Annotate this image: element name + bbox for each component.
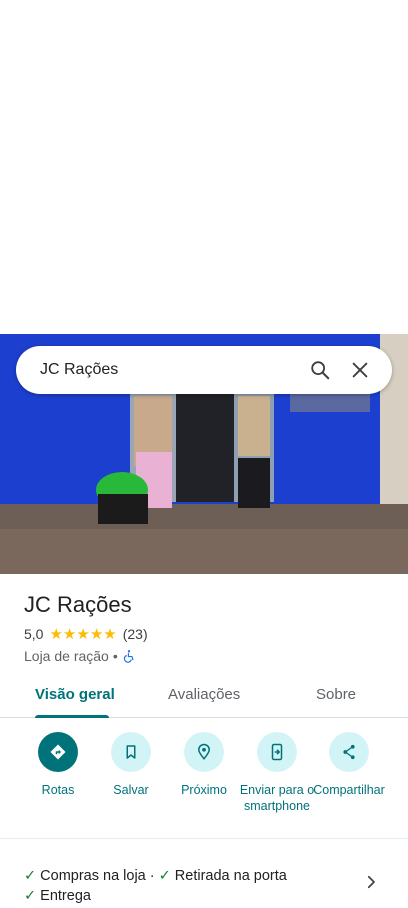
map-area[interactable] xyxy=(0,0,408,334)
service-separator: · xyxy=(149,868,155,884)
service-in-store: Compras na loja xyxy=(40,868,146,884)
service-curbside: Retirada na porta xyxy=(174,868,287,884)
check-icon: ✓ xyxy=(24,888,37,904)
tab-overview[interactable]: Visão geral xyxy=(35,686,115,703)
directions-label: Rotas xyxy=(41,783,75,797)
star-icon: ★ xyxy=(89,625,104,643)
close-icon xyxy=(352,362,368,378)
divider xyxy=(0,838,408,839)
place-title: JC Rações xyxy=(24,592,132,617)
search-bar[interactable]: JC Rações xyxy=(16,346,392,394)
send-to-phone-icon xyxy=(271,743,283,761)
clear-search-button[interactable] xyxy=(340,350,380,390)
place-tabs: Visão geral Avaliações Sobre xyxy=(0,676,408,718)
star-icon: ★ xyxy=(103,625,117,643)
place-category: Loja de ração xyxy=(24,648,109,664)
send-to-phone-button[interactable]: Enviar para o smartphone xyxy=(239,732,315,814)
directions-button[interactable]: Rotas xyxy=(20,732,96,798)
bookmark-icon xyxy=(126,745,136,759)
rating-value: 5,0 xyxy=(24,626,44,642)
action-buttons: Rotas Salvar Próximo Enviar para o smart… xyxy=(0,732,408,832)
service-delivery: Entrega xyxy=(40,888,91,904)
active-tab-indicator xyxy=(35,715,109,718)
nearby-icon xyxy=(197,743,211,760)
category-row: Loja de ração • xyxy=(24,648,136,664)
save-label: Salvar xyxy=(113,783,149,797)
search-button[interactable] xyxy=(300,350,340,390)
save-button[interactable]: Salvar xyxy=(93,732,169,798)
tab-about[interactable]: Sobre xyxy=(316,686,356,703)
search-icon xyxy=(311,361,330,380)
share-icon xyxy=(343,744,355,760)
star-icon: ★ xyxy=(76,625,90,643)
directions-icon xyxy=(50,744,66,760)
service-options[interactable]: ✓ Compras na loja · ✓ Retirada na porta ✓ E… xyxy=(24,866,364,906)
rating-row[interactable]: 5,0 ★ ★ ★ ★ ★ (23) xyxy=(24,626,148,642)
star-icon: ★ xyxy=(49,625,63,643)
check-icon: ✓ xyxy=(24,868,37,884)
tab-reviews[interactable]: Avaliações xyxy=(168,686,240,703)
nearby-label: Próximo xyxy=(181,783,227,797)
wheelchair-accessible-icon xyxy=(123,650,134,663)
star-icon: ★ xyxy=(62,625,77,643)
share-label: Compartilhar xyxy=(313,783,385,797)
rating-stars: ★ ★ ★ ★ ★ xyxy=(49,627,116,642)
send-to-phone-label: Enviar para o smartphone xyxy=(239,783,315,813)
share-button[interactable]: Compartilhar xyxy=(311,732,387,798)
review-count[interactable]: (23) xyxy=(123,626,148,642)
check-icon: ✓ xyxy=(158,868,171,884)
chevron-right-icon[interactable] xyxy=(362,873,380,891)
search-input[interactable]: JC Rações xyxy=(40,361,300,379)
category-separator: • xyxy=(112,648,118,664)
nearby-button[interactable]: Próximo xyxy=(166,732,242,798)
